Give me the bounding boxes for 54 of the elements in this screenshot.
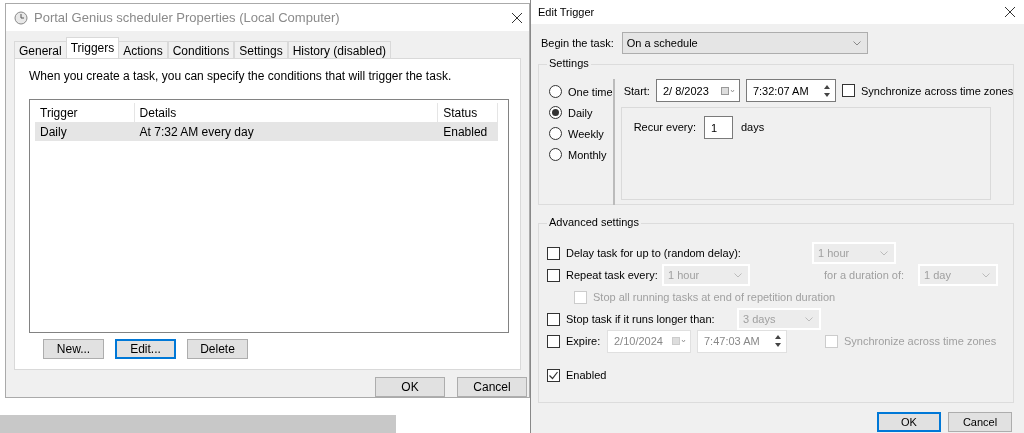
radio-label: Monthly: [568, 148, 607, 161]
table-cell-text: At 7:32 AM every day: [138, 123, 255, 141]
checkbox-label: Expire:: [566, 335, 601, 347]
radio-label: One time: [568, 85, 613, 98]
radio-label: Weekly: [568, 127, 604, 140]
table-cell-text: Enabled: [442, 123, 489, 141]
tab[interactable]: Conditions: [167, 41, 235, 58]
date-value: 2/ 8/2023: [662, 84, 709, 97]
field-label: Start:: [623, 84, 650, 97]
description-text: When you create a task, you can specify the conditions that will trigger the task.: [29, 69, 453, 83]
checkbox-label: Stop task if it runs longer than:: [566, 313, 716, 325]
button[interactable]: New...: [43, 339, 104, 359]
field-label: Recur every:: [633, 121, 696, 133]
group-title: Advanced settings: [547, 216, 641, 228]
dropdown-value: 1 hour: [668, 269, 700, 281]
dropdown-value: 3 days: [743, 313, 776, 325]
window-title: Portal Genius scheduler Properties (Local Computer): [34, 10, 341, 25]
dropdown-value: 1 hour: [818, 247, 850, 259]
checkbox-label: Stop all running tasks at end of repetition duration: [593, 291, 836, 303]
button[interactable]: Edit...: [115, 339, 176, 359]
checkbox-label: Synchronize across time zones: [844, 335, 997, 347]
checkbox-label: Synchronize across time zones: [860, 84, 1014, 97]
unit-label: days: [741, 121, 765, 133]
tab[interactable]: History (disabled): [287, 41, 392, 58]
group-title: Settings: [547, 57, 591, 69]
dropdown-value: On a schedule: [626, 37, 698, 49]
checkbox-label: Delay task for up to (random delay):: [566, 247, 742, 259]
button[interactable]: OK: [877, 412, 941, 432]
button[interactable]: Cancel: [948, 412, 1012, 432]
number-field[interactable]: 1: [704, 116, 733, 139]
radio-label: Daily: [568, 106, 593, 119]
time-value: 7:32:07 AM: [752, 84, 809, 97]
tab[interactable]: General: [14, 41, 67, 58]
checkbox-label: Enabled: [566, 369, 607, 381]
time-field[interactable]: 7:47:03 AM: [697, 329, 787, 353]
checkbox-label: Repeat task every:: [566, 269, 656, 281]
tab[interactable]: Settings: [234, 41, 288, 58]
time-field[interactable]: 7:32:07 AM: [745, 79, 836, 102]
tab[interactable]: Actions: [118, 41, 168, 58]
table-row[interactable]: Daily At 7:32 AM every day Enabled: [35, 122, 498, 141]
dropdown[interactable]: On a schedule: [621, 32, 868, 54]
button[interactable]: Delete: [187, 339, 248, 359]
tab[interactable]: Triggers: [65, 37, 120, 58]
button[interactable]: Cancel: [457, 377, 527, 397]
field-value: 1: [711, 121, 718, 134]
field-label: Begin the task:: [541, 37, 614, 49]
dropdown-value: 1 day: [924, 269, 951, 281]
button[interactable]: OK: [375, 377, 445, 397]
table-cell-text: Daily: [39, 123, 68, 141]
date-value: 2/10/2024: [614, 335, 663, 347]
time-value: 7:47:03 AM: [704, 335, 760, 347]
date-field[interactable]: 2/ 8/2023: [655, 79, 740, 102]
field-label: for a duration of:: [824, 269, 906, 281]
window-title: Edit Trigger: [538, 6, 596, 18]
